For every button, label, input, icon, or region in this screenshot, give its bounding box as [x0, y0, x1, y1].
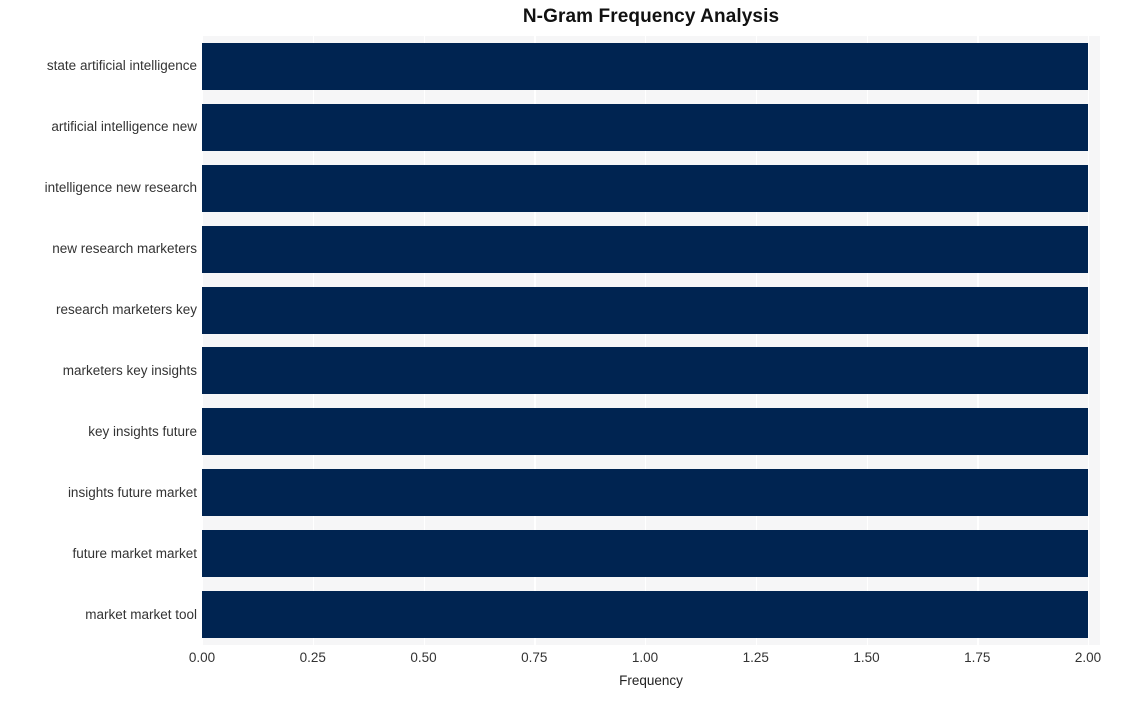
y-axis-tick-label: artificial intelligence new [51, 119, 197, 135]
bar[interactable] [202, 103, 1088, 151]
bar[interactable] [202, 42, 1088, 90]
bar[interactable] [202, 408, 1088, 456]
x-axis-tick-label: 1.00 [631, 650, 659, 665]
bar[interactable] [202, 286, 1088, 334]
x-axis-tick-label: 1.75 [964, 650, 991, 665]
y-axis-tick-label: intelligence new research [44, 180, 197, 196]
x-axis-tick-labels: 0.00 0.25 0.50 0.75 1.00 1.25 1.50 1.75 2.00 [189, 650, 1102, 670]
bar[interactable] [202, 591, 1088, 639]
y-axis-tick-label: market market tool [85, 606, 197, 622]
y-axis-tick-label: insights future market [67, 484, 197, 500]
bar[interactable] [202, 225, 1088, 273]
x-axis-tick-label: 0.00 [188, 650, 216, 665]
bar[interactable] [202, 530, 1088, 578]
y-axis-tick-label: research marketers key [55, 302, 197, 318]
bar[interactable] [202, 347, 1088, 395]
x-axis-tick-label: 1.50 [853, 650, 880, 665]
y-axis-tick-label: state artificial intelligence [46, 58, 197, 74]
chart-title: N-Gram Frequency Analysis [522, 6, 780, 27]
x-axis-tick-label: 0.50 [410, 650, 437, 665]
bars-layer [202, 36, 1100, 645]
chart-figure: N-Gram Frequency Analysis state artifici… [0, 0, 1142, 701]
x-axis-tick-label: 0.25 [299, 650, 326, 665]
y-axis-tick-label: key insights future [88, 423, 197, 439]
x-axis-tick-label: 0.75 [521, 650, 548, 665]
y-axis-tick-label: marketers key insights [62, 362, 197, 378]
y-axis-tick-label: future market market [72, 545, 197, 561]
x-axis-tick-label: 1.25 [742, 650, 769, 665]
x-axis-tick-label: 2.00 [1074, 650, 1102, 665]
bar[interactable] [202, 469, 1088, 517]
y-axis-tick-labels: state artificial intelligence artificial … [0, 36, 197, 645]
x-axis-title: Frequency [619, 673, 683, 688]
plot-area [202, 36, 1100, 645]
y-axis-tick-label: new research marketers [52, 241, 197, 257]
bar[interactable] [202, 164, 1088, 212]
